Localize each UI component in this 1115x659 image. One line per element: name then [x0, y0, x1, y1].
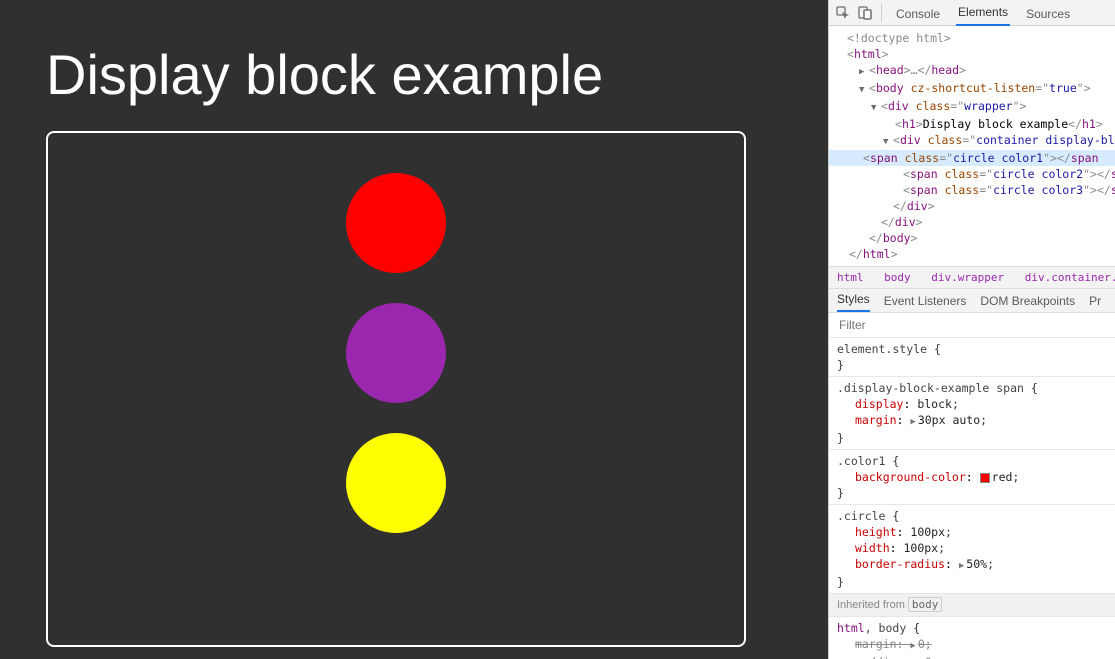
dom-html-open[interactable]: <html>: [835, 46, 1115, 62]
rendered-page: Display block example: [0, 0, 828, 659]
expand-icon[interactable]: ▶: [910, 414, 915, 430]
dom-body-open[interactable]: ▼<body cz-shortcut-listen="true">: [835, 80, 1115, 98]
expand-icon[interactable]: ▶: [910, 638, 915, 654]
subtab-dom-breakpoints[interactable]: DOM Breakpoints: [980, 294, 1075, 312]
crumb-wrapper[interactable]: div.wrapper: [931, 271, 1004, 284]
device-toggle-icon[interactable]: [857, 5, 873, 21]
dom-span2[interactable]: <span class="circle color2"></span: [835, 166, 1115, 182]
circle-red: [346, 173, 446, 273]
styles-subtabs: Styles Event Listeners DOM Breakpoints P…: [829, 289, 1115, 313]
tab-console[interactable]: Console: [894, 7, 942, 26]
circle-purple: [346, 303, 446, 403]
inspect-icon[interactable]: [835, 5, 851, 21]
dom-html-close[interactable]: </html>: [835, 246, 1115, 262]
inherited-from-body[interactable]: body: [908, 597, 943, 612]
css-rules-panel: element.style { } .display-block-example…: [829, 338, 1115, 659]
dom-h1[interactable]: <h1>Display block example</h1>: [835, 116, 1115, 132]
dom-doctype[interactable]: <!doctype html>: [835, 30, 1115, 46]
crumb-html[interactable]: html: [837, 271, 864, 284]
toolbar-separator: [881, 4, 882, 22]
rule-element-style[interactable]: element.style { }: [829, 338, 1115, 377]
crumb-body[interactable]: body: [884, 271, 911, 284]
inherited-from-header: Inherited from body: [829, 594, 1115, 617]
dom-breadcrumb: html body div.wrapper div.container.disp…: [829, 266, 1115, 289]
styles-filter-row: [829, 313, 1115, 338]
circle-yellow: [346, 433, 446, 533]
subtab-properties[interactable]: Pr: [1089, 294, 1101, 312]
subtab-styles[interactable]: Styles: [837, 292, 870, 312]
tab-sources[interactable]: Sources: [1024, 7, 1072, 26]
crumb-container[interactable]: div.container.display-bl: [1025, 271, 1115, 284]
dom-tree[interactable]: <!doctype html> <html> ▶<head>…</head> ▼…: [829, 26, 1115, 266]
dom-wrapper-close[interactable]: </div>: [835, 214, 1115, 230]
rule-display-block-span[interactable]: .display-block-example span { display: b…: [829, 377, 1115, 450]
devtools-main-tabs: Console Elements Sources: [894, 0, 1072, 26]
tab-elements[interactable]: Elements: [956, 5, 1010, 26]
example-container: [46, 131, 746, 647]
dom-span1[interactable]: ⋯ <span class="circle color1"></span: [829, 150, 1115, 166]
subtab-event-listeners[interactable]: Event Listeners: [884, 294, 967, 312]
expand-icon[interactable]: ▶: [959, 558, 964, 574]
rule-circle[interactable]: .circle { height: 100px; width: 100px; b…: [829, 505, 1115, 594]
dom-container-close[interactable]: </div>: [835, 198, 1115, 214]
rule-html-body[interactable]: html, body { margin: ▶0; padding: ▶0; he…: [829, 617, 1115, 659]
rule-color1[interactable]: .color1 { background-color: red; }: [829, 450, 1115, 505]
dom-wrapper-open[interactable]: ▼<div class="wrapper">: [835, 98, 1115, 116]
page-title: Display block example: [46, 42, 782, 107]
dom-head[interactable]: ▶<head>…</head>: [835, 62, 1115, 80]
styles-filter-input[interactable]: [837, 317, 1107, 333]
app-root: Display block example: [0, 0, 1115, 659]
dom-body-close[interactable]: </body>: [835, 230, 1115, 246]
dom-span3[interactable]: <span class="circle color3"></span: [835, 182, 1115, 198]
color-swatch-red[interactable]: [980, 473, 990, 483]
dom-container-open[interactable]: ▼<div class="container display-block-: [835, 132, 1115, 150]
devtools-panel: Console Elements Sources <!doctype html>…: [828, 0, 1115, 659]
devtools-toolbar: Console Elements Sources: [829, 0, 1115, 26]
